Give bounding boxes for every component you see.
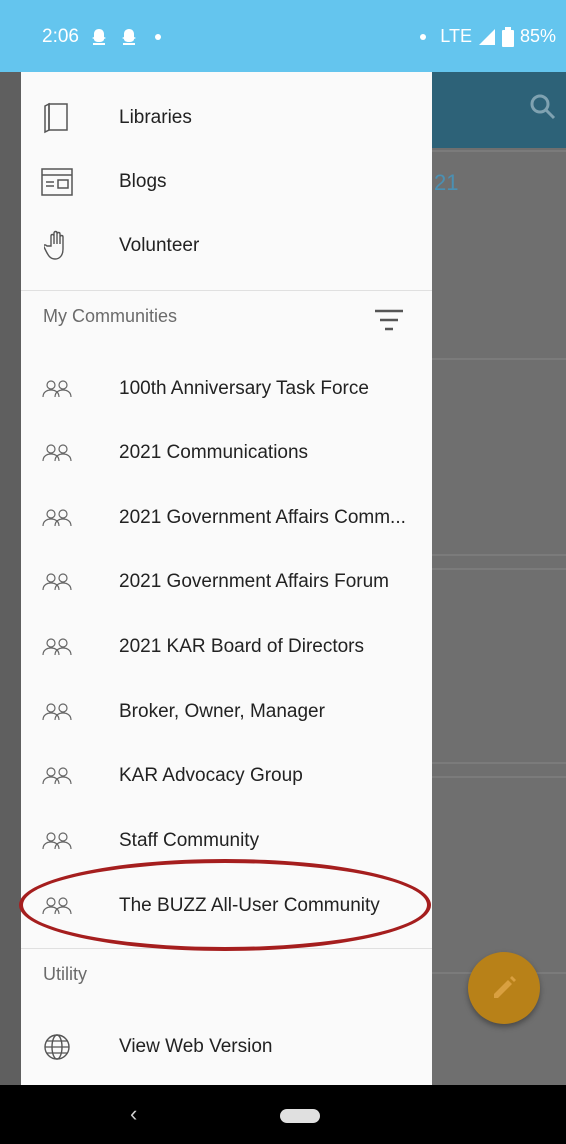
community-label: 2021 Communications — [119, 442, 309, 463]
divider — [21, 948, 432, 949]
divider — [432, 776, 566, 778]
battery-level: 85% — [519, 26, 556, 46]
community-item[interactable]: The BUZZ All-User Community — [21, 874, 432, 938]
notification-dot-icon — [154, 34, 161, 40]
menu-item-label: Blogs — [119, 171, 167, 192]
background-app: 21 — [432, 72, 566, 1085]
group-icon — [41, 825, 73, 857]
snapchat-icon — [91, 29, 106, 45]
community-item[interactable]: Staff Community — [21, 809, 432, 873]
menu-item-volunteer[interactable]: Volunteer — [21, 214, 432, 278]
divider — [432, 150, 566, 152]
home-pill-icon[interactable] — [280, 1109, 320, 1123]
community-label: 2021 Government Affairs Comm... — [119, 507, 406, 528]
pencil-icon — [494, 976, 516, 998]
section-header-utility: Utility — [43, 964, 87, 984]
group-icon — [41, 437, 73, 469]
network-type: LTE — [440, 26, 472, 46]
menu-item-libraries[interactable]: Libraries — [21, 86, 432, 150]
group-icon — [41, 760, 73, 792]
community-item[interactable]: 2021 Government Affairs Forum — [21, 550, 432, 614]
group-icon — [41, 631, 73, 663]
menu-item-blogs[interactable]: Blogs — [21, 150, 432, 214]
partial-text: 21 — [434, 170, 459, 195]
status-dot-icon — [420, 33, 427, 40]
search-icon[interactable] — [530, 94, 556, 120]
group-icon — [41, 696, 73, 728]
community-item[interactable]: KAR Advocacy Group — [21, 744, 432, 808]
signal-icon — [478, 28, 495, 45]
community-label: 2021 KAR Board of Directors — [119, 636, 365, 657]
community-label: 2021 Government Affairs Forum — [119, 571, 389, 592]
community-label: KAR Advocacy Group — [119, 765, 303, 786]
divider — [432, 554, 566, 556]
app-toolbar — [432, 72, 566, 148]
section-header-communities: My Communities — [43, 306, 178, 326]
divider — [432, 358, 566, 360]
group-icon — [41, 373, 73, 405]
status-time: 2:06 — [42, 26, 79, 47]
community-label: Broker, Owner, Manager — [119, 701, 325, 722]
community-item[interactable]: Broker, Owner, Manager — [21, 680, 432, 744]
divider — [432, 762, 566, 764]
divider — [21, 290, 432, 291]
navigation-drawer: Libraries Blogs Volunteer My Communities… — [21, 72, 432, 1085]
community-item[interactable]: 2021 Communications — [21, 421, 432, 485]
menu-item-label: Volunteer — [119, 235, 200, 256]
menu-item-label: Libraries — [119, 107, 192, 128]
book-icon — [41, 102, 73, 134]
browser-icon — [41, 166, 73, 198]
compose-button[interactable] — [468, 952, 540, 1024]
snapchat-icon — [121, 29, 136, 45]
community-item[interactable]: 2021 Government Affairs Comm... — [21, 486, 432, 550]
group-icon — [41, 502, 73, 534]
menu-item-label: View Web Version — [119, 1036, 273, 1057]
divider — [432, 568, 566, 570]
community-label: 100th Anniversary Task Force — [119, 378, 369, 399]
globe-icon — [41, 1031, 73, 1063]
community-item[interactable]: 100th Anniversary Task Force — [21, 357, 432, 421]
back-icon[interactable]: ‹ — [130, 1101, 137, 1127]
community-item[interactable]: 2021 KAR Board of Directors — [21, 615, 432, 679]
filter-icon[interactable] — [373, 308, 405, 332]
menu-item-view-web-version[interactable]: View Web Version — [21, 1015, 432, 1079]
hand-icon — [41, 230, 73, 262]
community-label: Staff Community — [119, 830, 260, 851]
group-icon — [41, 890, 73, 922]
status-bar: 2:06 LTE 85% — [0, 0, 566, 72]
group-icon — [41, 566, 73, 598]
navigation-bar: ‹ — [0, 1085, 566, 1144]
community-label: The BUZZ All-User Community — [119, 895, 380, 916]
battery-icon — [501, 26, 514, 47]
